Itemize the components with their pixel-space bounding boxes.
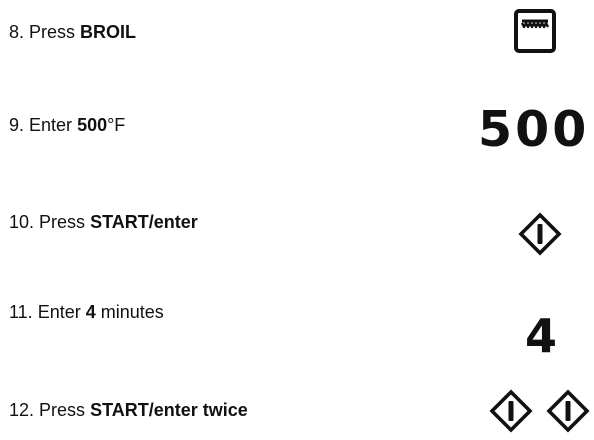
step-text-pre: Press <box>29 22 81 42</box>
step-text-pre: Press <box>39 400 91 420</box>
display-value-500: 500 <box>478 101 590 158</box>
step-text-bold: BROIL <box>80 22 137 42</box>
step-11: 11. Enter 4 minutes <box>9 301 164 323</box>
step-10: 10. Press START/enter <box>9 211 198 233</box>
step-number: 12. <box>9 400 35 420</box>
broil-icon <box>514 9 556 53</box>
step-text-bold: 500 <box>77 115 108 135</box>
step-text-bold: START/enter twice <box>90 400 248 420</box>
step-9: 9. Enter 500°F <box>9 114 125 136</box>
step-number: 8. <box>9 22 25 42</box>
step-text-post: °F <box>107 115 126 135</box>
step-number: 9. <box>9 115 25 135</box>
start-enter-icon <box>518 212 562 256</box>
step-text-bold: 4 <box>85 302 96 322</box>
step-8: 8. Press BROIL <box>9 21 136 43</box>
display-value-4: 4 <box>525 309 558 363</box>
start-enter-icon <box>489 389 533 433</box>
step-text-pre: Press <box>39 212 91 232</box>
step-12: 12. Press START/enter twice <box>9 399 248 421</box>
step-text-post: minutes <box>95 302 164 322</box>
step-text-bold: START/enter <box>90 212 198 232</box>
step-text-pre: Enter <box>29 115 78 135</box>
step-number: 11. <box>9 302 33 322</box>
start-enter-icon <box>546 389 590 433</box>
step-number: 10. <box>9 212 35 232</box>
step-text-pre: Enter <box>37 302 86 322</box>
